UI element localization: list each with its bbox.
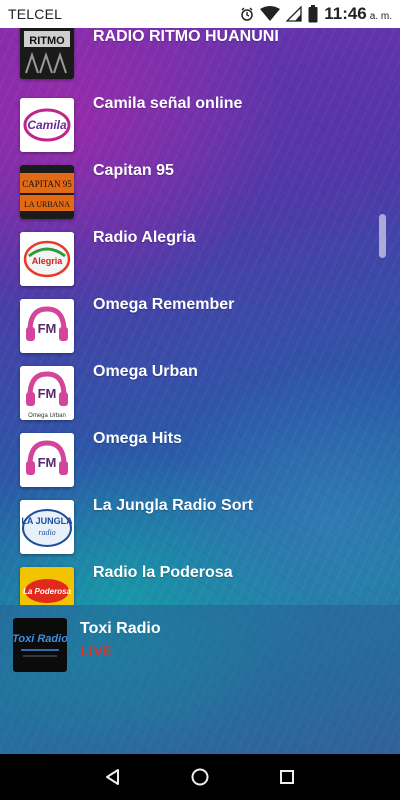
station-item[interactable]: Camila Camila señal online xyxy=(0,92,400,158)
station-list[interactable]: RITMO RADIO RITMO HUANUNI Camila Camila … xyxy=(0,28,400,605)
clock-time: 11:46 xyxy=(324,4,367,23)
station-item[interactable]: FM Omega Urban Omega Urban xyxy=(0,360,400,426)
logo-text: FM xyxy=(38,455,57,470)
app-screen: TELCEL 11:46 a. m. RITMO RADIO RITMO HUA… xyxy=(0,0,400,800)
system-nav-bar xyxy=(0,754,400,800)
logo-sub: LA URBANA xyxy=(24,200,70,209)
station-name: Radio Alegria xyxy=(93,229,196,246)
station-name: Camila señal online xyxy=(93,95,243,112)
recents-icon xyxy=(279,770,294,784)
wifi-icon xyxy=(260,6,281,22)
scrollbar-thumb[interactable] xyxy=(379,214,386,258)
omega-fm-logo: FM Omega Urban xyxy=(20,366,74,420)
recents-button[interactable] xyxy=(267,757,307,797)
station-item[interactable]: CAPITAN 95 LA URBANA Capitan 95 xyxy=(0,159,400,225)
live-badge: LIVE xyxy=(80,643,114,659)
station-name: Omega Urban xyxy=(93,363,198,380)
station-name: Omega Remember xyxy=(93,296,235,313)
home-button[interactable] xyxy=(180,757,220,797)
station-item[interactable]: RITMO RADIO RITMO HUANUNI xyxy=(0,28,400,91)
radio-ritmo-logo: RITMO xyxy=(20,28,74,79)
station-item[interactable]: Alegria Radio Alegria xyxy=(0,226,400,292)
logo-text: LA JUNGLA xyxy=(21,516,73,526)
station-item[interactable]: LA JUNGLA radio La Jungla Radio Sort xyxy=(0,494,400,560)
status-bar: TELCEL 11:46 a. m. xyxy=(0,0,400,28)
now-playing-bar[interactable]: Toxi Radio Toxi Radio LIVE xyxy=(0,605,400,755)
logo-sub: radio xyxy=(38,528,55,537)
station-name: Radio la Poderosa xyxy=(93,564,233,581)
battery-icon xyxy=(308,5,318,23)
carrier-name: TELCEL xyxy=(8,6,63,22)
logo-text: FM xyxy=(38,386,57,401)
logo-text: Toxi Radio xyxy=(13,633,67,645)
back-icon xyxy=(106,769,120,785)
logo-text: La Poderosa xyxy=(23,587,72,596)
omega-fm-logo: FM xyxy=(20,299,74,353)
status-icons: 11:46 a. m. xyxy=(240,4,392,24)
omega-fm-logo: FM xyxy=(20,433,74,487)
station-name: La Jungla Radio Sort xyxy=(93,497,254,514)
station-item[interactable]: FM Omega Hits xyxy=(0,427,400,493)
station-name: Capitan 95 xyxy=(93,162,174,179)
logo-text: Camila xyxy=(27,118,67,132)
camila-logo: Camila xyxy=(20,98,74,152)
home-icon xyxy=(191,768,209,786)
station-item[interactable]: FM Omega Remember xyxy=(0,293,400,359)
station-name: RADIO RITMO HUANUNI xyxy=(93,28,279,45)
station-item[interactable]: La Poderosa Radio la Poderosa xyxy=(0,561,400,605)
poderosa-logo: La Poderosa xyxy=(20,567,74,605)
alegria-logo: Alegria xyxy=(20,232,74,286)
logo-text: FM xyxy=(38,321,57,336)
logo-text: Alegria xyxy=(32,256,64,266)
alarm-icon xyxy=(240,7,254,21)
logo-text: RITMO xyxy=(29,35,65,47)
toxi-radio-logo: Toxi Radio xyxy=(13,618,67,672)
station-name: Omega Hits xyxy=(93,430,182,447)
back-button[interactable] xyxy=(93,757,133,797)
jungla-logo: LA JUNGLA radio xyxy=(20,500,74,554)
clock: 11:46 a. m. xyxy=(324,4,392,24)
capitan-logo: CAPITAN 95 LA URBANA xyxy=(20,165,74,219)
now-playing-title: Toxi Radio xyxy=(80,620,161,637)
signal-icon xyxy=(286,6,302,22)
clock-suffix: a. m. xyxy=(369,11,392,22)
logo-text: CAPITAN 95 xyxy=(22,179,72,189)
logo-sub: Omega Urban xyxy=(28,413,66,419)
